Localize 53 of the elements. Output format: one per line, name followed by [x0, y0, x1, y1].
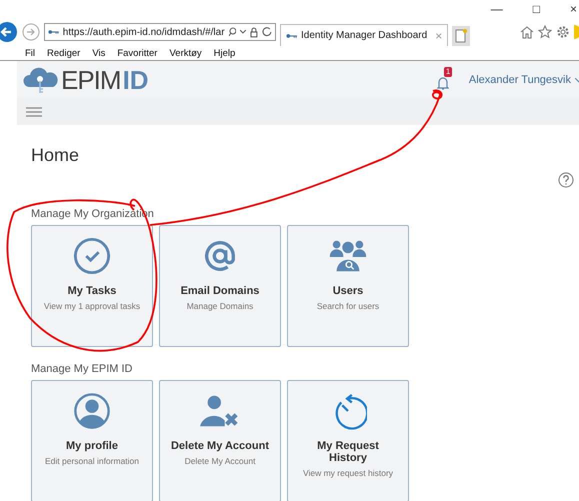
window-control[interactable]: □	[532, 2, 540, 16]
tile-title: Email Domains	[180, 285, 260, 297]
window-control[interactable]: ×	[570, 2, 577, 16]
dashboard-tile[interactable]: Email Domains Manage Domains	[159, 225, 281, 347]
tile-subtitle: View my 1 approval tasks	[44, 301, 140, 311]
dashboard-tile[interactable]: My Tasks View my 1 approval tasks	[31, 225, 153, 347]
tile-subtitle: Delete My Account	[184, 456, 256, 466]
key-icon	[48, 29, 59, 35]
notification-badge: 1	[444, 67, 452, 77]
address-field[interactable]: https://auth.epim-id.no/idmdash/#/lar	[44, 23, 276, 41]
tile-title: My profile	[65, 440, 119, 452]
tile-subtitle: Edit personal information	[44, 456, 140, 466]
window-control[interactable]: —	[490, 2, 503, 16]
dashboard-tile[interactable]: Users Search for users	[287, 225, 409, 347]
dashboard-tile[interactable]: Delete My Account Delete My Account	[159, 380, 281, 501]
star-icon[interactable]	[538, 25, 552, 39]
refresh-icon[interactable]	[262, 27, 272, 37]
tile-subtitle: Manage Domains	[186, 301, 254, 311]
section-title: Manage My EPIM ID	[31, 363, 134, 375]
tile-title: Users	[332, 285, 364, 297]
menu-item[interactable]: Favoritter	[117, 48, 158, 58]
back-icon[interactable]	[0, 22, 18, 42]
help-icon[interactable]	[558, 172, 574, 188]
logo-text: ID	[122, 64, 149, 96]
page-title: Home	[31, 145, 80, 166]
search-icon[interactable]	[228, 26, 236, 38]
menu-item[interactable]: Rediger	[47, 48, 80, 58]
menu-icon[interactable]	[26, 107, 42, 117]
tile-subtitle: Search for users	[316, 301, 380, 311]
key-icon	[286, 32, 297, 38]
user-menu[interactable]: Alexander Tungesvik	[468, 74, 571, 86]
dashboard-tile[interactable]: My profile Edit personal information	[31, 380, 153, 501]
cloud-key-icon	[23, 65, 59, 95]
settings-icon[interactable]	[556, 25, 570, 39]
tile-title: My Request History	[316, 440, 380, 464]
menu-item[interactable]: Fil	[25, 48, 36, 58]
check-circle-icon	[73, 237, 111, 275]
logo-text: EPIM	[61, 64, 121, 96]
bell-icon[interactable]	[436, 76, 449, 90]
menu-item[interactable]: Hjelp	[214, 48, 236, 58]
new-tab-icon[interactable]	[452, 26, 470, 46]
tile-subtitle: View my request history	[302, 468, 394, 478]
browser-tab[interactable]: Identity Manager Dashboard ×	[280, 24, 448, 46]
dashboard-tile[interactable]: My Request History View my request history	[287, 380, 409, 501]
caret-icon[interactable]	[240, 30, 246, 34]
tile-title: Delete My Account	[170, 440, 270, 452]
lock-icon	[250, 26, 258, 38]
home-icon[interactable]	[520, 25, 534, 39]
menu-item[interactable]: Verktøy	[169, 48, 202, 58]
menu-item[interactable]: Vis	[92, 48, 106, 58]
forward-icon[interactable]	[22, 23, 40, 41]
profile-icon	[73, 392, 111, 430]
tile-title: My Tasks	[66, 285, 118, 297]
